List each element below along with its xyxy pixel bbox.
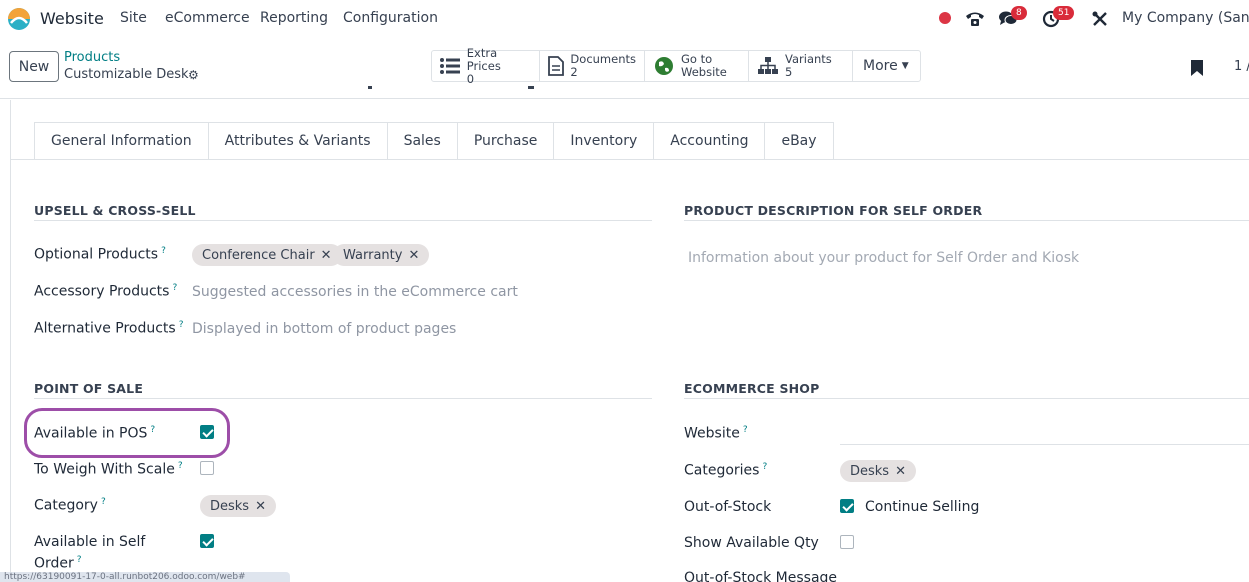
pos-category-tag: Desks ✕ — [200, 495, 276, 517]
self-order-available-label: Available in Self — [34, 534, 146, 550]
pos-category-label: Category? — [34, 497, 106, 514]
show-available-qty-label: Show Available Qty — [684, 535, 819, 551]
activity-badge: 51 — [1053, 6, 1075, 20]
continue-selling-checkbox[interactable] — [840, 499, 854, 513]
menu-ecommerce[interactable]: eCommerce — [165, 10, 250, 26]
categories-label: Categories? — [684, 462, 768, 479]
phone-icon[interactable] — [964, 8, 986, 30]
ecommerce-category-tag: Desks ✕ — [840, 460, 916, 482]
breadcrumb-current: Customizable Desk — [64, 67, 189, 82]
upsell-divider — [34, 220, 652, 221]
alternative-products-label: Alternative Products? — [34, 320, 184, 337]
available-in-pos-label: Available in POS? — [34, 425, 156, 442]
smart-buttons-bar: Extra Prices 0 Documents 2 Go to Website Va… — [431, 46, 921, 85]
variants-label: Variants — [785, 52, 832, 66]
more-label: More — [863, 58, 898, 74]
upsell-section-title: UPSELL & CROSS-SELL — [34, 203, 196, 218]
website-input[interactable] — [840, 444, 1249, 445]
show-available-qty-checkbox[interactable] — [840, 535, 854, 549]
self-order-available-label-line2: Order? — [34, 555, 82, 572]
available-in-pos-checkbox[interactable] — [200, 425, 214, 439]
globe-icon — [653, 55, 675, 77]
tab-accounting[interactable]: Accounting — [653, 122, 765, 160]
extra-prices-value: 0 — [466, 71, 475, 86]
out-of-stock-message-label: Out-of-Stock Message — [684, 570, 838, 582]
help-icon[interactable]: ? — [101, 497, 106, 507]
top-navbar: Website Site eCommerce Reporting Configu… — [0, 0, 1249, 37]
sheet-left-border — [10, 100, 11, 582]
breadcrumb-products[interactable]: Products — [64, 50, 120, 65]
website-label: Website? — [684, 425, 748, 442]
optional-product-tag: Warranty ✕ — [333, 244, 430, 266]
documents-button[interactable]: Documents 2 — [540, 51, 645, 81]
ecommerce-divider — [684, 398, 1249, 399]
continue-selling-label[interactable]: Continue Selling — [865, 499, 979, 515]
tabs-underline — [10, 159, 1249, 160]
ecommerce-section-title: ECOMMERCE SHOP — [684, 381, 820, 396]
list-icon — [440, 55, 461, 77]
remove-tag-icon[interactable]: ✕ — [255, 499, 266, 514]
tab-inventory[interactable]: Inventory — [553, 122, 654, 160]
caret-down-icon: ▼ — [901, 61, 909, 71]
bookmark-icon[interactable] — [1190, 59, 1204, 77]
gear-icon[interactable]: ⚙ — [188, 68, 199, 82]
help-icon[interactable]: ? — [172, 283, 177, 293]
tab-sales[interactable]: Sales — [386, 122, 457, 160]
variants-button[interactable]: Variants 5 — [749, 51, 853, 81]
documents-label: Documents — [570, 52, 636, 66]
pos-section-title: POINT OF SALE — [34, 381, 144, 396]
to-weigh-checkbox[interactable] — [200, 461, 214, 475]
accessory-products-input[interactable]: Suggested accessories in the eCommerce c… — [192, 284, 518, 300]
go-to-website-button[interactable]: Go to Website — [645, 51, 749, 81]
pager[interactable]: 1 / — [1234, 59, 1249, 74]
remove-tag-icon[interactable]: ✕ — [408, 248, 419, 263]
tab-attributes-variants[interactable]: Attributes & Variants — [207, 122, 387, 160]
app-name[interactable]: Website — [40, 9, 104, 28]
company-switcher[interactable]: My Company (San Fr — [1122, 10, 1249, 26]
pos-divider — [34, 398, 652, 399]
help-icon[interactable]: ? — [762, 462, 767, 472]
control-panel: New Products Customizable Desk ⚙ Extra P… — [0, 37, 1249, 99]
sitemap-icon — [757, 55, 779, 77]
document-icon — [548, 55, 565, 77]
tab-ebay[interactable]: eBay — [764, 122, 834, 160]
go-to-value: Website — [681, 65, 727, 79]
menu-configuration[interactable]: Configuration — [343, 10, 438, 26]
remove-tag-icon[interactable]: ✕ — [895, 464, 906, 479]
extra-prices-label: Extra Prices — [466, 45, 501, 73]
remove-tag-icon[interactable]: ✕ — [321, 248, 332, 263]
out-of-stock-label: Out-of-Stock — [684, 499, 772, 515]
help-icon[interactable]: ? — [743, 425, 748, 435]
help-icon[interactable]: ? — [161, 246, 166, 256]
new-button[interactable]: New — [9, 51, 59, 82]
more-button[interactable]: More ▼ — [853, 51, 920, 81]
accessory-products-label: Accessory Products? — [34, 283, 178, 300]
self-order-section-title: PRODUCT DESCRIPTION FOR SELF ORDER — [684, 203, 983, 218]
self-order-available-checkbox[interactable] — [200, 534, 214, 548]
self-order-divider — [684, 220, 1249, 221]
variants-value: 5 — [785, 65, 793, 79]
tools-icon[interactable] — [1089, 8, 1111, 30]
extra-prices-button[interactable]: Extra Prices 0 — [432, 46, 540, 85]
optional-product-tag: Conference Chair ✕ — [192, 244, 342, 266]
documents-value: 2 — [570, 65, 578, 79]
tab-purchase[interactable]: Purchase — [456, 122, 554, 160]
self-order-description-input[interactable]: Information about your product for Self … — [688, 250, 1079, 266]
menu-reporting[interactable]: Reporting — [260, 10, 328, 26]
help-icon[interactable]: ? — [178, 461, 183, 471]
product-name-cutoff — [368, 86, 538, 100]
alternative-products-input[interactable]: Displayed in bottom of product pages — [192, 321, 456, 337]
browser-status-bar: https://63190091-17-0-all.runbot206.odoo… — [0, 572, 290, 582]
help-icon[interactable]: ? — [77, 555, 82, 565]
chat-badge: 8 — [1011, 6, 1027, 20]
to-weigh-label: To Weigh With Scale? — [34, 461, 183, 478]
odoo-logo-icon[interactable] — [6, 6, 32, 32]
menu-site[interactable]: Site — [120, 10, 147, 26]
help-icon[interactable]: ? — [179, 320, 184, 330]
optional-products-label: Optional Products? — [34, 246, 166, 263]
tab-general-information[interactable]: General Information — [34, 122, 208, 160]
notebook-tabs: General Information Attributes & Variant… — [34, 122, 834, 160]
recording-indicator-icon[interactable] — [939, 12, 951, 24]
help-icon[interactable]: ? — [150, 425, 155, 435]
